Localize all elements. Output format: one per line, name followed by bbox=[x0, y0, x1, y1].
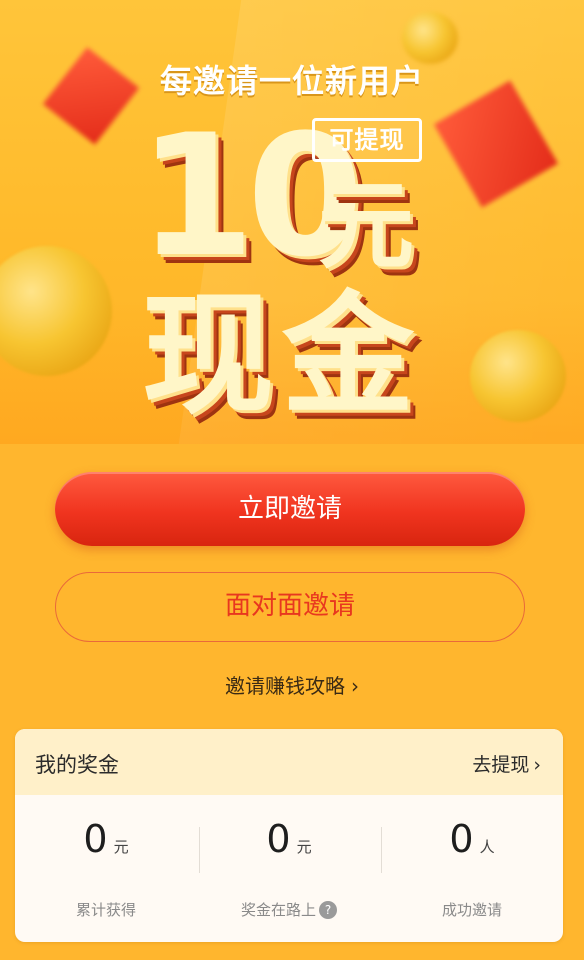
hero-cash-text: 现金 bbox=[142, 279, 422, 433]
stat-label: 奖金在路上 bbox=[240, 901, 316, 919]
stat-total-earned: 0元 累计获得 bbox=[15, 795, 197, 942]
stat-unit: 元 bbox=[296, 838, 312, 856]
withdraw-link[interactable]: 去提现 › bbox=[472, 750, 541, 777]
invite-now-button[interactable]: 立即邀请 bbox=[55, 472, 525, 546]
stat-value-row: 0元 bbox=[15, 817, 197, 861]
stat-value: 0 bbox=[83, 817, 108, 861]
hero-subtitle: 每邀请一位新用户 bbox=[159, 62, 424, 100]
stat-value: 0 bbox=[266, 817, 291, 861]
chevron-right-icon: › bbox=[351, 674, 359, 698]
stat-value-row: 0人 bbox=[381, 817, 563, 861]
withdrawable-badge: 可提现 bbox=[312, 118, 422, 162]
withdraw-label: 去提现 bbox=[472, 754, 530, 776]
stat-unit: 人 bbox=[479, 838, 495, 856]
hero-currency: 元 bbox=[318, 170, 414, 282]
bonus-card-title: 我的奖金 bbox=[35, 753, 119, 777]
stat-label-row: 奖金在路上? bbox=[198, 899, 380, 920]
stat-value-row: 0元 bbox=[198, 817, 380, 861]
stat-successful-invites: 0人 成功邀请 bbox=[381, 795, 563, 942]
stat-value: 0 bbox=[449, 817, 474, 861]
stat-label: 成功邀请 bbox=[441, 901, 502, 919]
gold-coin-decoration bbox=[470, 330, 566, 422]
invite-strategy-link[interactable]: 邀请赚钱攻略 › bbox=[0, 670, 584, 699]
chevron-right-icon: › bbox=[533, 754, 541, 776]
stat-pending-bonus: 0元 奖金在路上? bbox=[198, 795, 380, 942]
hero-banner: 每邀请一位新用户 10 元 可提现 现金 bbox=[0, 0, 584, 444]
stat-label: 累计获得 bbox=[75, 901, 136, 919]
face-to-face-invite-button[interactable]: 面对面邀请 bbox=[55, 572, 525, 642]
my-bonus-card: 我的奖金 去提现 › 0元 累计获得 0元 奖金在路上? 0人 成功邀请 bbox=[15, 729, 563, 942]
question-icon[interactable]: ? bbox=[319, 901, 337, 919]
invite-strategy-label: 邀请赚钱攻略 bbox=[225, 674, 345, 698]
stat-unit: 元 bbox=[113, 838, 129, 856]
bonus-card-header: 我的奖金 去提现 › bbox=[15, 729, 563, 795]
